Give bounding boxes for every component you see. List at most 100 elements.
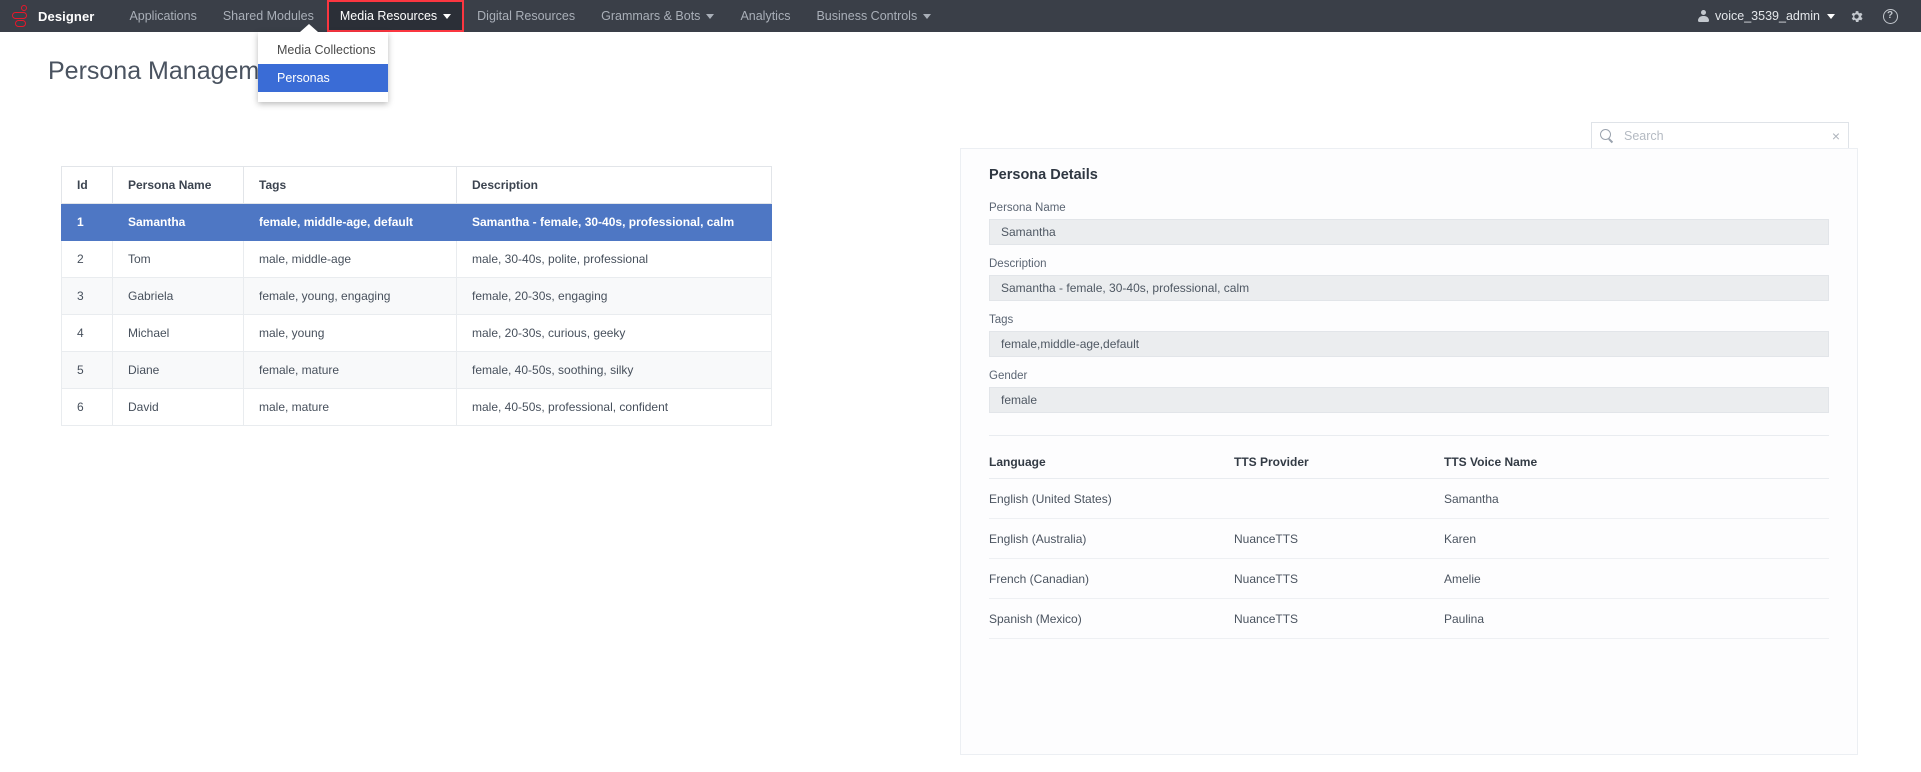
cell-description: Samantha - female, 30-40s, professional,…	[457, 204, 772, 241]
cell-id: 1	[62, 204, 113, 241]
column-header-description[interactable]: Description	[457, 167, 772, 204]
cell-language: English (Australia)	[989, 519, 1234, 559]
cell-provider: NuanceTTS	[1234, 519, 1444, 559]
settings-button[interactable]	[1839, 0, 1873, 32]
nav-label: Media Resources	[340, 8, 437, 24]
cell-persona-name: Samantha	[113, 204, 244, 241]
media-resources-dropdown-menu: Media Collections Personas	[258, 32, 388, 102]
table-row[interactable]: 1 Samantha female, middle-age, default S…	[62, 204, 772, 241]
nav-label: Business Controls	[816, 8, 917, 24]
dropdown-item-personas[interactable]: Personas	[258, 64, 388, 92]
column-header-tts-voice-name: TTS Voice Name	[1444, 455, 1829, 479]
cell-id: 2	[62, 241, 113, 278]
search-icon	[1600, 129, 1613, 142]
field-persona-name[interactable]: Samantha	[989, 219, 1829, 245]
voice-table-row[interactable]: English (Australia) NuanceTTS Karen	[989, 519, 1829, 559]
cell-persona-name: Gabriela	[113, 278, 244, 315]
nav-label: Digital Resources	[477, 8, 575, 24]
column-header-language: Language	[989, 455, 1234, 479]
voice-table: Language TTS Provider TTS Voice Name Eng…	[989, 455, 1829, 639]
dropdown-item-label: Media Collections	[277, 43, 376, 57]
nav-item-analytics[interactable]: Analytics	[727, 0, 803, 32]
field-description[interactable]: Samantha - female, 30-40s, professional,…	[989, 275, 1829, 301]
cell-language: French (Canadian)	[989, 559, 1234, 599]
label-tags: Tags	[989, 314, 1829, 326]
column-header-tags[interactable]: Tags	[244, 167, 457, 204]
help-icon: ?	[1883, 9, 1898, 24]
cell-description: male, 40-50s, professional, confident	[457, 389, 772, 426]
nav-label: Shared Modules	[223, 8, 314, 24]
details-panel-title: Persona Details	[989, 167, 1829, 183]
table-row[interactable]: 4 Michael male, young male, 20-30s, curi…	[62, 315, 772, 352]
column-header-tts-provider: TTS Provider	[1234, 455, 1444, 479]
cell-id: 4	[62, 315, 113, 352]
voice-table-row[interactable]: Spanish (Mexico) NuanceTTS Paulina	[989, 599, 1829, 639]
nav-label: Grammars & Bots	[601, 8, 700, 24]
column-header-id[interactable]: Id	[62, 167, 113, 204]
search-input[interactable]	[1622, 128, 1826, 144]
chevron-down-icon	[706, 14, 714, 19]
cell-persona-name: David	[113, 389, 244, 426]
persona-table: Id Persona Name Tags Description 1 Saman…	[61, 166, 772, 426]
cell-tags: female, middle-age, default	[244, 204, 457, 241]
table-header-row: Id Persona Name Tags Description	[62, 167, 772, 204]
cell-id: 6	[62, 389, 113, 426]
table-row[interactable]: 2 Tom male, middle-age male, 30-40s, pol…	[62, 241, 772, 278]
voice-table-row[interactable]: French (Canadian) NuanceTTS Amelie	[989, 559, 1829, 599]
cell-voice: Samantha	[1444, 479, 1829, 519]
nav-item-media-resources[interactable]: Media Resources	[327, 0, 464, 32]
nav-label: Applications	[129, 8, 196, 24]
cell-voice: Amelie	[1444, 559, 1829, 599]
clear-search-icon[interactable]: ×	[1826, 130, 1840, 142]
voice-table-header-row: Language TTS Provider TTS Voice Name	[989, 455, 1829, 479]
logo-dot	[21, 5, 27, 11]
cell-id: 5	[62, 352, 113, 389]
field-gender[interactable]: female	[989, 387, 1829, 413]
cell-id: 3	[62, 278, 113, 315]
cell-tags: male, young	[244, 315, 457, 352]
cell-tags: male, mature	[244, 389, 457, 426]
cell-voice: Paulina	[1444, 599, 1829, 639]
logo-pill-upper	[12, 12, 27, 19]
column-header-persona-name[interactable]: Persona Name	[113, 167, 244, 204]
table-row[interactable]: 3 Gabriela female, young, engaging femal…	[62, 278, 772, 315]
designer-logo-icon[interactable]	[10, 4, 32, 28]
cell-persona-name: Tom	[113, 241, 244, 278]
cell-provider	[1234, 479, 1444, 519]
label-gender: Gender	[989, 370, 1829, 382]
username-label: voice_3539_admin	[1715, 9, 1820, 23]
top-navigation-bar: Designer Applications Shared Modules Med…	[0, 0, 1921, 32]
cell-language: Spanish (Mexico)	[989, 599, 1234, 639]
cell-description: male, 30-40s, polite, professional	[457, 241, 772, 278]
cell-provider: NuanceTTS	[1234, 559, 1444, 599]
cell-description: female, 20-30s, engaging	[457, 278, 772, 315]
table-row[interactable]: 6 David male, mature male, 40-50s, profe…	[62, 389, 772, 426]
cell-description: female, 40-50s, soothing, silky	[457, 352, 772, 389]
nav-right-group: voice_3539_admin ?	[1693, 0, 1907, 32]
label-description: Description	[989, 258, 1829, 270]
cell-tags: female, mature	[244, 352, 457, 389]
nav-item-digital-resources[interactable]: Digital Resources	[464, 0, 588, 32]
dropdown-item-media-collections[interactable]: Media Collections	[258, 36, 388, 64]
search-box[interactable]: ×	[1591, 122, 1849, 149]
persona-details-panel: Persona Details Persona Name Samantha De…	[960, 148, 1858, 755]
label-persona-name: Persona Name	[989, 202, 1829, 214]
nav-item-applications[interactable]: Applications	[116, 0, 209, 32]
gear-icon	[1849, 9, 1864, 24]
logo-pill-lower	[15, 20, 26, 27]
nav-item-business-controls[interactable]: Business Controls	[803, 0, 944, 32]
dropdown-item-label: Personas	[277, 71, 330, 85]
user-menu[interactable]: voice_3539_admin	[1693, 9, 1839, 23]
cell-voice: Karen	[1444, 519, 1829, 559]
cell-description: male, 20-30s, curious, geeky	[457, 315, 772, 352]
cell-tags: female, young, engaging	[244, 278, 457, 315]
field-tags[interactable]: female,middle-age,default	[989, 331, 1829, 357]
brand-title: Designer	[38, 9, 94, 24]
table-row[interactable]: 5 Diane female, mature female, 40-50s, s…	[62, 352, 772, 389]
nav-item-grammars-bots[interactable]: Grammars & Bots	[588, 0, 727, 32]
cell-persona-name: Diane	[113, 352, 244, 389]
help-button[interactable]: ?	[1873, 0, 1907, 32]
voice-table-row[interactable]: English (United States) Samantha	[989, 479, 1829, 519]
dropdown-bottom-padding	[258, 92, 388, 102]
cell-language: English (United States)	[989, 479, 1234, 519]
